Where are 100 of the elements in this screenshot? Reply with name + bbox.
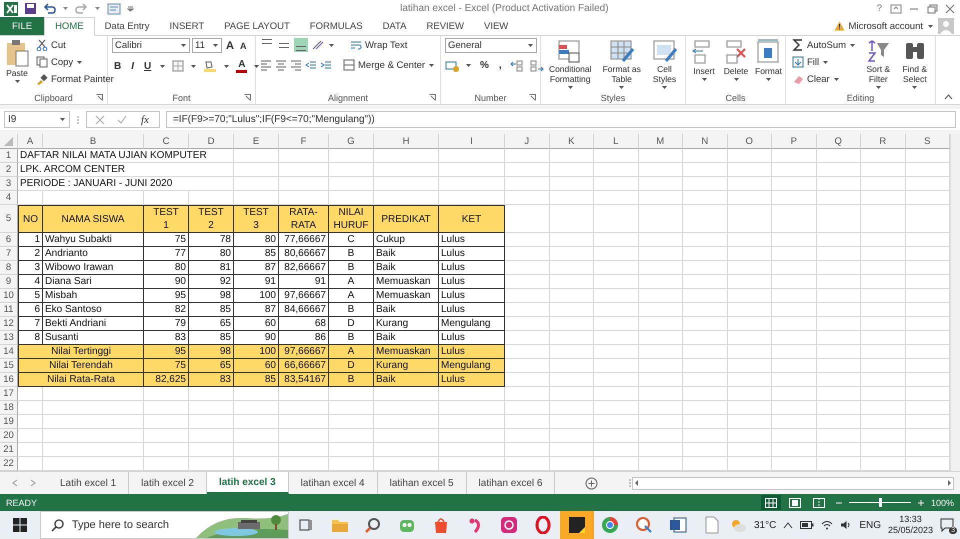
sheet-cell[interactable]: Nilai Terendah (18, 359, 144, 373)
redo-icon[interactable] (75, 2, 88, 14)
empty-cell[interactable] (728, 247, 772, 261)
paste-button[interactable]: Paste (4, 38, 30, 91)
sheet-cell[interactable]: 82,625 (144, 373, 189, 387)
taskbar-app[interactable] (560, 511, 594, 539)
empty-cell[interactable] (861, 373, 906, 387)
empty-cell[interactable] (189, 429, 234, 443)
sheet-cell[interactable]: 83,54167 (279, 373, 329, 387)
empty-cell[interactable] (234, 387, 279, 401)
row-number[interactable]: 6 (0, 233, 18, 247)
empty-cell[interactable] (279, 177, 329, 191)
sheet-cell[interactable]: 98 (189, 289, 234, 303)
empty-cell[interactable] (683, 359, 728, 373)
empty-cell[interactable] (683, 401, 728, 415)
empty-cell[interactable] (772, 149, 816, 163)
empty-cell[interactable] (638, 205, 683, 233)
empty-cell[interactable] (638, 233, 683, 247)
row-number[interactable]: 5 (0, 205, 18, 233)
empty-cell[interactable] (550, 373, 594, 387)
empty-cell[interactable] (772, 317, 816, 331)
column-letter[interactable]: A (26, 136, 34, 146)
row-number[interactable]: 20 (0, 429, 18, 443)
sheet-cell[interactable]: 77,66667 (279, 233, 329, 247)
empty-cell[interactable] (816, 429, 861, 443)
ribbon-tab[interactable]: HOME (44, 17, 95, 36)
empty-cell[interactable] (550, 275, 594, 289)
sheet-cell[interactable]: Misbah (43, 289, 144, 303)
empty-cell[interactable] (329, 149, 374, 163)
battery-icon[interactable] (800, 521, 814, 529)
empty-cell[interactable] (772, 401, 816, 415)
header-cell[interactable]: NILAI HURUF (329, 205, 374, 233)
empty-cell[interactable] (374, 401, 439, 415)
formula-field[interactable]: =IF(F9>=70;"Lulus";IF(F9<=70;"Mengulang")) (166, 111, 956, 128)
ribbon-tab[interactable]: VIEW (474, 17, 518, 35)
header-cell[interactable]: RATA- RATA (279, 205, 329, 233)
empty-cell[interactable] (816, 149, 861, 163)
vertical-align-button[interactable] (294, 38, 308, 52)
sheet-cell[interactable]: 65 (189, 317, 234, 331)
sheet-cell[interactable]: B (329, 303, 374, 317)
empty-cell[interactable] (772, 345, 816, 359)
empty-cell[interactable] (728, 345, 772, 359)
empty-cell[interactable] (550, 177, 594, 191)
empty-cell[interactable] (144, 415, 189, 429)
empty-cell[interactable] (594, 331, 638, 345)
sheet-cell[interactable]: 80 (189, 247, 234, 261)
empty-cell[interactable] (144, 429, 189, 443)
dialog-launcher-icon[interactable] (96, 94, 103, 101)
sheet-cell[interactable]: 92 (189, 275, 234, 289)
empty-cell[interactable] (189, 443, 234, 457)
empty-cell[interactable] (594, 415, 638, 429)
borders-icon[interactable] (172, 60, 184, 72)
column-letter[interactable]: O (746, 136, 753, 146)
sheet-cell[interactable]: 100 (234, 345, 279, 359)
sheet-cell[interactable]: B (329, 247, 374, 261)
search-field[interactable]: Type here to search (72, 519, 190, 531)
empty-cell[interactable] (374, 387, 439, 401)
empty-cell[interactable] (234, 163, 279, 177)
header-cell[interactable]: PREDIKAT (374, 205, 439, 233)
column-letter[interactable]: H (402, 136, 410, 146)
format-painter-button[interactable]: Format Painter (34, 72, 116, 86)
empty-cell[interactable] (638, 247, 683, 261)
empty-cell[interactable] (728, 303, 772, 317)
column-letter[interactable]: I (470, 136, 473, 146)
header-cell[interactable]: TEST 2 (189, 205, 234, 233)
empty-cell[interactable] (861, 387, 906, 401)
dialog-launcher-icon[interactable] (429, 94, 436, 101)
sheet-cell[interactable]: 60 (234, 317, 279, 331)
sheet-cell[interactable]: 3 (18, 261, 43, 275)
speaker-icon[interactable] (840, 520, 852, 530)
empty-cell[interactable] (728, 177, 772, 191)
empty-cell[interactable] (683, 303, 728, 317)
empty-cell[interactable] (279, 163, 329, 177)
empty-cell[interactable] (279, 443, 329, 457)
empty-cell[interactable] (43, 415, 144, 429)
sheet-cell[interactable]: 91 (234, 275, 279, 289)
empty-cell[interactable] (439, 415, 505, 429)
sheet-cell[interactable]: 100 (234, 289, 279, 303)
underline-button[interactable]: U (142, 60, 154, 72)
sheet-cell[interactable]: 7 (18, 317, 43, 331)
empty-cell[interactable] (772, 303, 816, 317)
empty-cell[interactable] (728, 387, 772, 401)
empty-cell[interactable] (594, 261, 638, 275)
italic-button[interactable]: I (129, 60, 136, 72)
empty-cell[interactable] (861, 149, 906, 163)
empty-cell[interactable] (594, 177, 638, 191)
empty-cell[interactable] (772, 205, 816, 233)
ribbon-tab[interactable]: INSERT (159, 17, 214, 35)
sheet-cell[interactable]: 66,66667 (279, 359, 329, 373)
sheet-cell[interactable]: Nilai Tertinggi (18, 345, 144, 359)
view-button[interactable] (760, 495, 781, 510)
empty-cell[interactable] (638, 163, 683, 177)
font-color-button[interactable]: A (236, 59, 248, 73)
empty-cell[interactable] (439, 177, 505, 191)
sheet-cell[interactable]: Memuaskan (374, 345, 439, 359)
sheet-cell[interactable]: Wibowo Irawan (43, 261, 144, 275)
empty-cell[interactable] (234, 429, 279, 443)
sheet-cell[interactable]: 98 (189, 345, 234, 359)
empty-cell[interactable] (505, 443, 550, 457)
empty-cell[interactable] (772, 191, 816, 205)
